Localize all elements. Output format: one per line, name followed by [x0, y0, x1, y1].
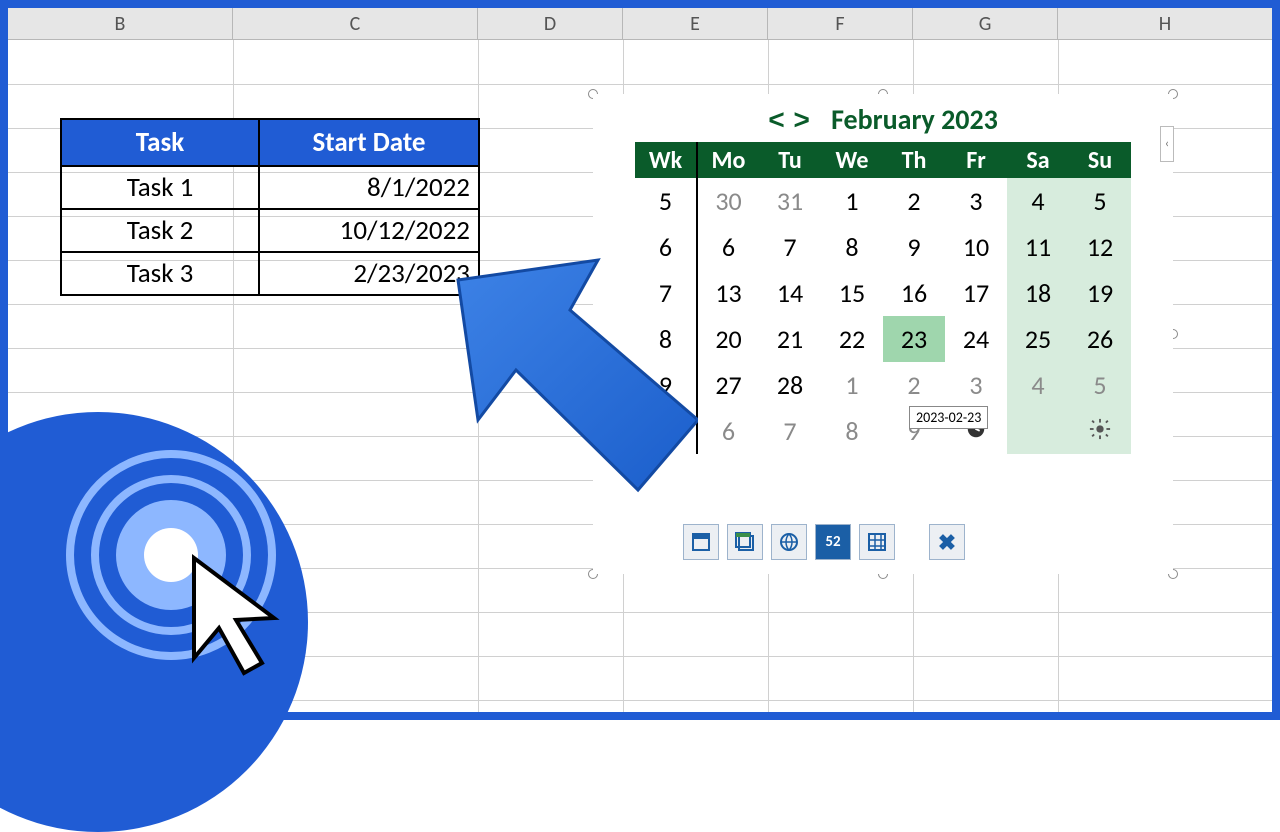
calendar-day[interactable]: 30 — [697, 178, 759, 224]
calendar-day[interactable]: 2 — [883, 178, 945, 224]
calendar-day — [1007, 408, 1069, 454]
calendar-day[interactable]: 16 — [883, 270, 945, 316]
calendar-grid: WkMoTuWeThFrSaSu530311234566789101112713… — [635, 142, 1131, 454]
startdate-header: Start Date — [259, 119, 479, 166]
calendar-day[interactable]: 5 — [1069, 178, 1131, 224]
dow-header: Tu — [759, 142, 821, 178]
task-table: Task Start Date Task 1 8/1/2022 Task 2 1… — [60, 118, 480, 296]
week-number-button[interactable]: 52 — [815, 524, 851, 560]
calendar-day[interactable]: 10 — [945, 224, 1007, 270]
calendar-day[interactable]: 8 — [821, 224, 883, 270]
calendar-day[interactable]: 20 — [697, 316, 759, 362]
window-mode-2-button[interactable] — [727, 524, 763, 560]
brand-logo — [66, 450, 276, 660]
calendar-day[interactable]: 24 — [945, 316, 1007, 362]
gear-icon-cell[interactable] — [1069, 408, 1131, 454]
gear-icon[interactable] — [1089, 415, 1111, 447]
globe-button[interactable] — [771, 524, 807, 560]
calendar-day[interactable]: 8 — [821, 408, 883, 454]
task-cell[interactable]: Task 3 — [61, 252, 259, 295]
calendar-day[interactable]: 17 — [945, 270, 1007, 316]
calendar-day[interactable]: 4 — [1007, 362, 1069, 408]
calendar-month-label[interactable]: February 2023 — [831, 102, 998, 137]
calendar-day[interactable]: 23 — [883, 316, 945, 362]
column-headers: B C D E F G H — [8, 8, 1272, 40]
week-number-cell: 8 — [635, 316, 697, 362]
calendar-day[interactable]: 13 — [697, 270, 759, 316]
spreadsheet-canvas: B C D E F G H — [8, 8, 1272, 712]
calendar-day[interactable]: 7 — [759, 224, 821, 270]
date-cell[interactable]: 8/1/2022 — [259, 166, 479, 209]
calendar-day[interactable]: 26 — [1069, 316, 1131, 362]
date-cell[interactable]: 2/23/2023 — [259, 252, 479, 295]
calendar-day[interactable]: 22 — [821, 316, 883, 362]
date-picker: ‹ < > February 2023 WkMoTuWeThFrSaSu5303… — [593, 94, 1173, 574]
col-head-c[interactable]: C — [233, 8, 478, 39]
week-number-cell: 10 — [635, 408, 697, 454]
table-row[interactable]: Task 2 10/12/2022 — [61, 209, 479, 252]
date-tooltip: 2023-02-23 — [909, 406, 988, 429]
dow-header: Su — [1069, 142, 1131, 178]
dow-header: Th — [883, 142, 945, 178]
calendar-day[interactable]: 25 — [1007, 316, 1069, 362]
date-picker-object[interactable]: ‹ < > February 2023 WkMoTuWeThFrSaSu5303… — [593, 94, 1173, 574]
date-cell[interactable]: 10/12/2022 — [259, 209, 479, 252]
calendar-day[interactable]: 5 — [1069, 362, 1131, 408]
table-row[interactable]: Task 1 8/1/2022 — [61, 166, 479, 209]
col-head-b[interactable]: B — [8, 8, 233, 39]
calendar-day[interactable]: 21 — [759, 316, 821, 362]
calendar-day[interactable]: 15 — [821, 270, 883, 316]
calendar-day[interactable]: 9 — [883, 224, 945, 270]
task-cell[interactable]: Task 2 — [61, 209, 259, 252]
calendar-title-bar: < > February 2023 — [593, 94, 1173, 142]
calendar-day[interactable]: 6 — [697, 224, 759, 270]
week-number-cell: 5 — [635, 178, 697, 224]
week-number-cell: 7 — [635, 270, 697, 316]
dow-header: We — [821, 142, 883, 178]
calendar-day[interactable]: 12 — [1069, 224, 1131, 270]
calendar-day[interactable]: 4 — [1007, 178, 1069, 224]
dow-header: Mo — [697, 142, 759, 178]
dow-header: Wk — [635, 142, 697, 178]
calendar-day[interactable]: 19 — [1069, 270, 1131, 316]
calendar-day[interactable]: 27 — [697, 362, 759, 408]
calendar-day[interactable]: 3 — [945, 178, 1007, 224]
task-header: Task — [61, 119, 259, 166]
calendar-day[interactable]: 11 — [1007, 224, 1069, 270]
col-head-e[interactable]: E — [623, 8, 768, 39]
dow-header: Sa — [1007, 142, 1069, 178]
col-head-d[interactable]: D — [478, 8, 623, 39]
calendar-day[interactable]: 28 — [759, 362, 821, 408]
calendar-day[interactable]: 1 — [821, 362, 883, 408]
week-number-cell: 6 — [635, 224, 697, 270]
col-head-g[interactable]: G — [913, 8, 1058, 39]
calendar-day[interactable]: 18 — [1007, 270, 1069, 316]
calendar-day[interactable]: 3 — [945, 362, 1007, 408]
calendar-day[interactable]: 7 — [759, 408, 821, 454]
calendar-day[interactable]: 14 — [759, 270, 821, 316]
dow-header: Fr — [945, 142, 1007, 178]
calendar-day[interactable]: 2 — [883, 362, 945, 408]
prev-month-button[interactable]: < — [768, 107, 787, 138]
week-number-cell: 9 — [635, 362, 697, 408]
close-button[interactable]: ✖ — [929, 524, 965, 560]
window-mode-1-button[interactable] — [683, 524, 719, 560]
col-head-f[interactable]: F — [768, 8, 913, 39]
calendar-day[interactable]: 31 — [759, 178, 821, 224]
cursor-icon — [104, 488, 294, 678]
calendar-toolbar: 52 ✖ — [683, 524, 965, 560]
grid-button[interactable] — [859, 524, 895, 560]
calendar-day[interactable]: 6 — [697, 408, 759, 454]
collapse-toggle[interactable]: ‹ — [1160, 126, 1174, 162]
next-month-button[interactable]: > — [793, 107, 812, 138]
table-row[interactable]: Task 3 2/23/2023 — [61, 252, 479, 295]
col-head-h[interactable]: H — [1058, 8, 1272, 39]
task-cell[interactable]: Task 1 — [61, 166, 259, 209]
calendar-day[interactable]: 1 — [821, 178, 883, 224]
